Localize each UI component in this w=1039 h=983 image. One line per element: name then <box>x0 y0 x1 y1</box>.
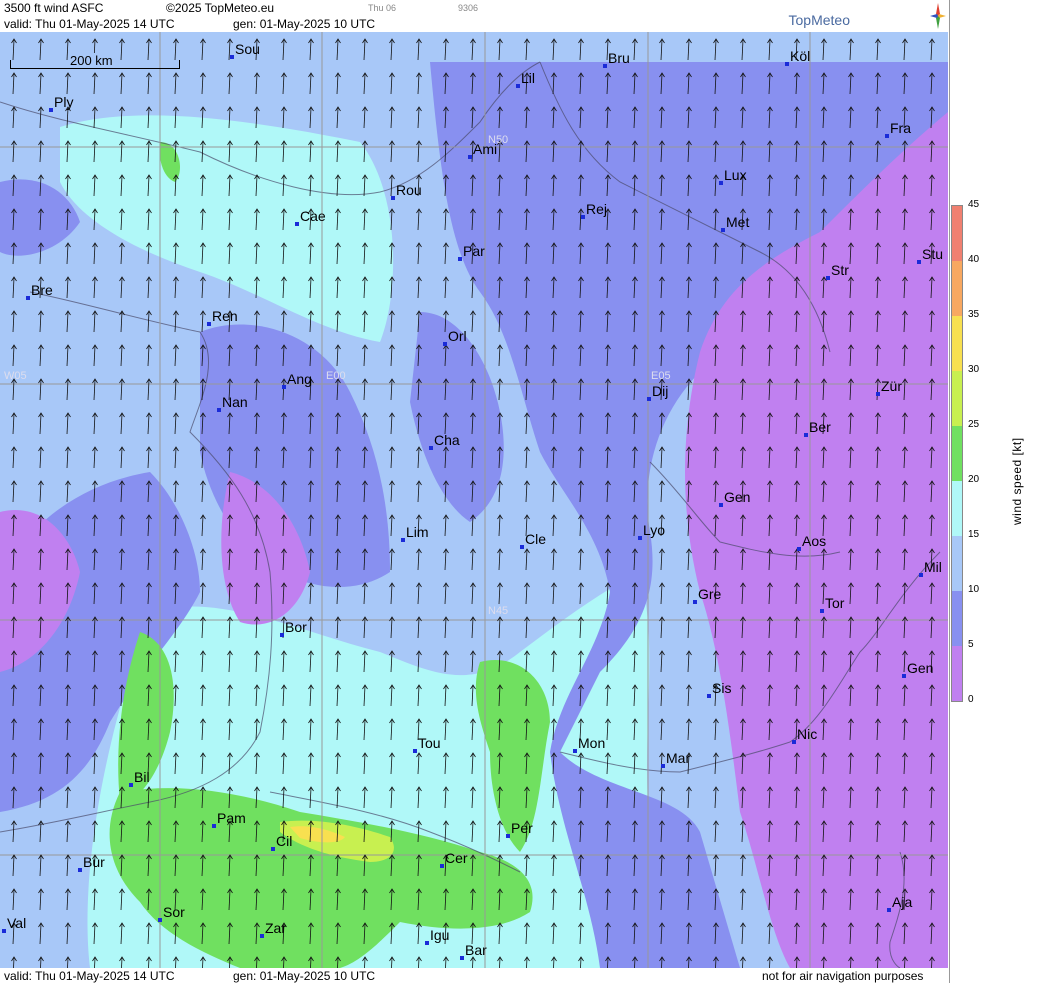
city-label: Lil <box>515 70 536 88</box>
footer-gen-time: gen: 01-May-2025 10 UTC <box>233 969 376 983</box>
city-label: Gen <box>718 489 751 507</box>
colorbar-band <box>952 316 962 371</box>
grid-label-n45: N45 <box>488 605 509 617</box>
colorbar-tick: 45 <box>968 199 980 210</box>
city-label: Per <box>506 820 533 838</box>
city-label: Ren <box>207 308 238 326</box>
colorbar-tick: 10 <box>968 584 980 595</box>
city-label: Cae <box>295 208 326 226</box>
city-label: Lux <box>719 167 747 185</box>
disclaimer: not for air navigation purposes <box>762 969 924 983</box>
colorbar-tick: 20 <box>968 474 980 485</box>
city-label: Dij <box>646 383 669 401</box>
city-label: Cle <box>519 531 547 549</box>
footer-valid-time: valid: Thu 01-May-2025 14 UTC <box>4 969 175 983</box>
wind-speed-field <box>0 32 948 968</box>
city-label: Orl <box>443 328 467 346</box>
city-label: Ami <box>467 141 498 159</box>
colorbar-band <box>952 536 962 591</box>
colorbar-band <box>952 206 962 261</box>
city-label: Nan <box>217 394 248 412</box>
city-label: Aja <box>886 894 913 912</box>
scale-bar: 200 km <box>10 53 180 70</box>
city-label: Met <box>720 214 750 232</box>
compass-star-icon <box>930 3 946 29</box>
city-label: Rou <box>391 182 422 200</box>
colorbar-tick: 5 <box>968 639 974 650</box>
colorbar-title: wind speed [kt] <box>1010 437 1024 525</box>
colorbar-tick: 35 <box>968 309 980 320</box>
wind-map[interactable]: 200 km N50 N45 E00 E05 W05 Sou Ply Lil B… <box>0 32 948 968</box>
copyright: ©2025 TopMeteo.eu <box>166 1 275 15</box>
small-code-label: 9306 <box>458 3 479 13</box>
city-label: Bre <box>26 282 53 300</box>
city-label: Tou <box>413 735 441 753</box>
brand-logo-text: TopMeteo <box>788 12 850 28</box>
city-label: Gen <box>901 660 934 678</box>
city-label: Cil <box>270 833 293 851</box>
city-label: Mar <box>660 750 691 768</box>
colorbar-band <box>952 481 962 536</box>
city-label: Gre <box>692 586 722 604</box>
city-label: Cer <box>440 850 468 868</box>
city-label: Sis <box>706 680 732 698</box>
colorbar-tick: 15 <box>968 529 980 540</box>
colorbar-band <box>952 371 962 426</box>
city-label: Rej <box>580 201 608 219</box>
colorbar-band <box>952 591 962 646</box>
map-footer: valid: Thu 01-May-2025 14 UTC gen: 01-Ma… <box>0 968 948 983</box>
city-label: Nic <box>791 726 818 744</box>
city-label: Bru <box>603 50 630 68</box>
colorbar-tick: 25 <box>968 419 980 430</box>
city-label: Mon <box>572 735 606 753</box>
scale-bar-label: 200 km <box>70 53 113 68</box>
city-label: Köl <box>784 48 811 66</box>
city-label: Igu <box>424 927 450 945</box>
city-label: Bor <box>280 619 307 637</box>
city-label: Stu <box>916 246 944 264</box>
city-label: Tor <box>819 595 845 613</box>
colorbar-tick: 40 <box>968 254 980 265</box>
city-label: Fra <box>885 120 911 138</box>
city-label: Sor <box>158 904 185 922</box>
city-label: Mil <box>919 559 942 577</box>
grid-label-w05: W05 <box>4 370 27 382</box>
colorbar-band <box>952 261 962 316</box>
city-label: Cha <box>429 432 460 450</box>
city-label: Val <box>1 915 27 933</box>
product-title: 3500 ft wind ASFC <box>4 1 104 15</box>
city-label: Bil <box>129 769 150 787</box>
city-label: Aos <box>796 533 827 551</box>
colorbar <box>951 205 963 702</box>
city-label: Bar <box>460 942 487 960</box>
small-day-label: Thu 06 <box>368 3 397 13</box>
city-label: Ber <box>804 419 831 437</box>
map-header: 3500 ft wind ASFC ©2025 TopMeteo.eu Thu … <box>0 0 948 32</box>
valid-time: valid: Thu 01-May-2025 14 UTC <box>4 17 175 31</box>
city-label: Par <box>458 243 485 261</box>
city-label: Lyo <box>637 522 666 540</box>
city-label: Pam <box>212 810 246 828</box>
city-label: Lim <box>401 524 429 542</box>
city-label: Bur <box>78 854 105 872</box>
city-label: Zar <box>260 920 286 938</box>
city-label: Sou <box>230 41 260 59</box>
colorbar-band <box>952 646 962 701</box>
grid-label-e05: E05 <box>651 370 671 382</box>
colorbar-band <box>952 426 962 481</box>
gen-time: gen: 01-May-2025 10 UTC <box>233 17 376 31</box>
grid-label-e00: E00 <box>326 370 346 382</box>
city-label: Str <box>826 262 849 280</box>
city-label: Zür <box>876 378 902 396</box>
city-label: Ang <box>282 371 312 389</box>
colorbar-tick: 0 <box>968 694 974 705</box>
colorbar-tick: 30 <box>968 364 980 375</box>
city-label: Ply <box>48 94 74 112</box>
